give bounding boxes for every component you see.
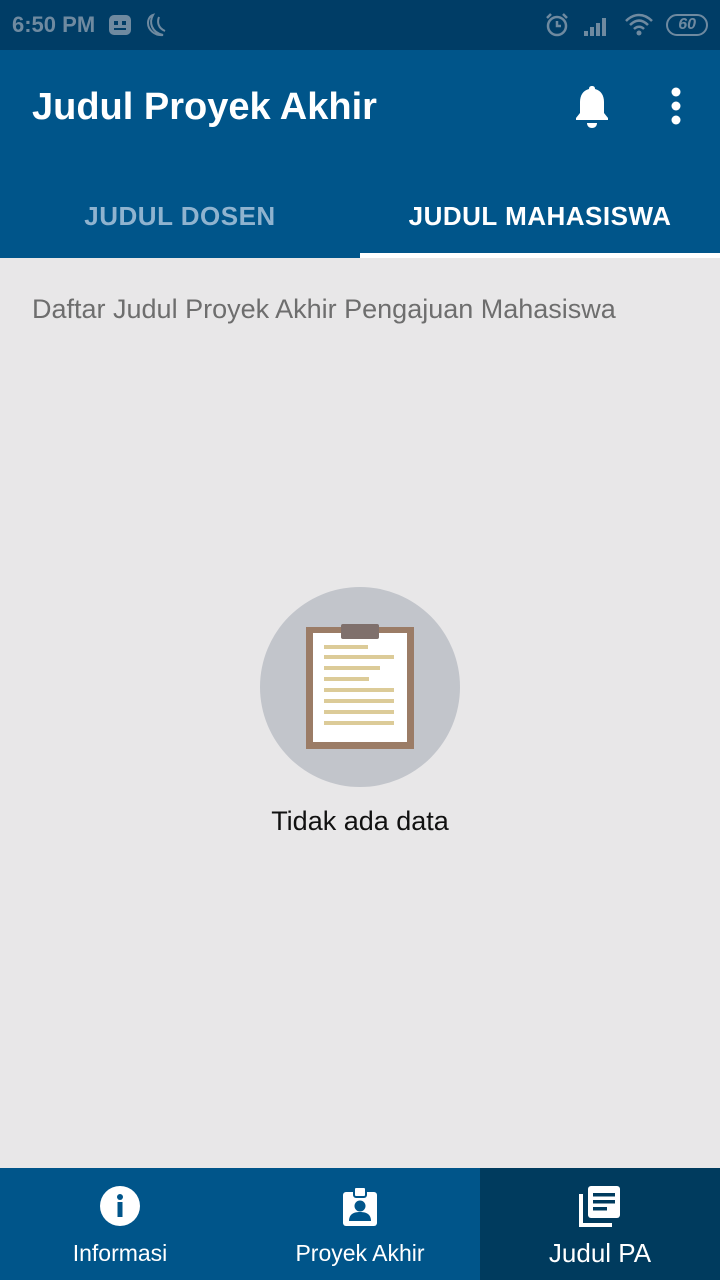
more-options-icon[interactable] (656, 84, 696, 128)
list-subtitle: Daftar Judul Proyek Akhir Pengajuan Maha… (32, 294, 616, 324)
tab-judul-mahasiswa[interactable]: JUDUL MAHASISWA (360, 174, 720, 258)
alarm-icon (546, 13, 569, 37)
main-content: Daftar Judul Proyek Akhir Pengajuan Maha… (0, 258, 720, 1168)
nav-label-judul-pa: Judul PA (548, 1238, 652, 1268)
nav-item-proyek-akhir[interactable]: Proyek Akhir (240, 1168, 480, 1280)
empty-state-illustration (260, 587, 460, 787)
id-badge-icon (343, 1186, 377, 1226)
tab-bar: JUDUL DOSEN JUDUL MAHASISWA (0, 174, 720, 258)
battery-indicator: 60 (666, 14, 708, 36)
bottom-navigation: Informasi Proyek Akhir Judul PA (0, 1168, 720, 1280)
moon-icon (147, 13, 166, 37)
status-time: 6:50 PM (12, 12, 96, 37)
empty-state-message: Tidak ada data (271, 806, 449, 836)
nav-label-proyek-akhir: Proyek Akhir (295, 1240, 425, 1266)
nav-item-informasi[interactable]: Informasi (0, 1168, 240, 1280)
app-bar: Judul Proyek Akhir JUDUL DOSEN JUDUL MAH… (0, 50, 720, 258)
tab-judul-dosen-label: JUDUL DOSEN (84, 200, 276, 231)
notification-bell-icon[interactable] (570, 82, 614, 130)
status-bar: 6:50 PM 60 (0, 0, 720, 50)
app-title: Judul Proyek Akhir (32, 86, 377, 128)
tab-judul-dosen[interactable]: JUDUL DOSEN (0, 174, 360, 258)
app-notification-icon (109, 15, 132, 35)
library-books-icon (579, 1186, 620, 1227)
signal-icon (584, 18, 607, 36)
nav-label-informasi: Informasi (72, 1240, 168, 1266)
info-icon (100, 1186, 140, 1226)
wifi-icon (625, 13, 654, 36)
nav-item-judul-pa[interactable]: Judul PA (480, 1168, 720, 1280)
tab-judul-mahasiswa-label: JUDUL MAHASISWA (408, 200, 672, 231)
clipboard-icon (306, 624, 414, 749)
